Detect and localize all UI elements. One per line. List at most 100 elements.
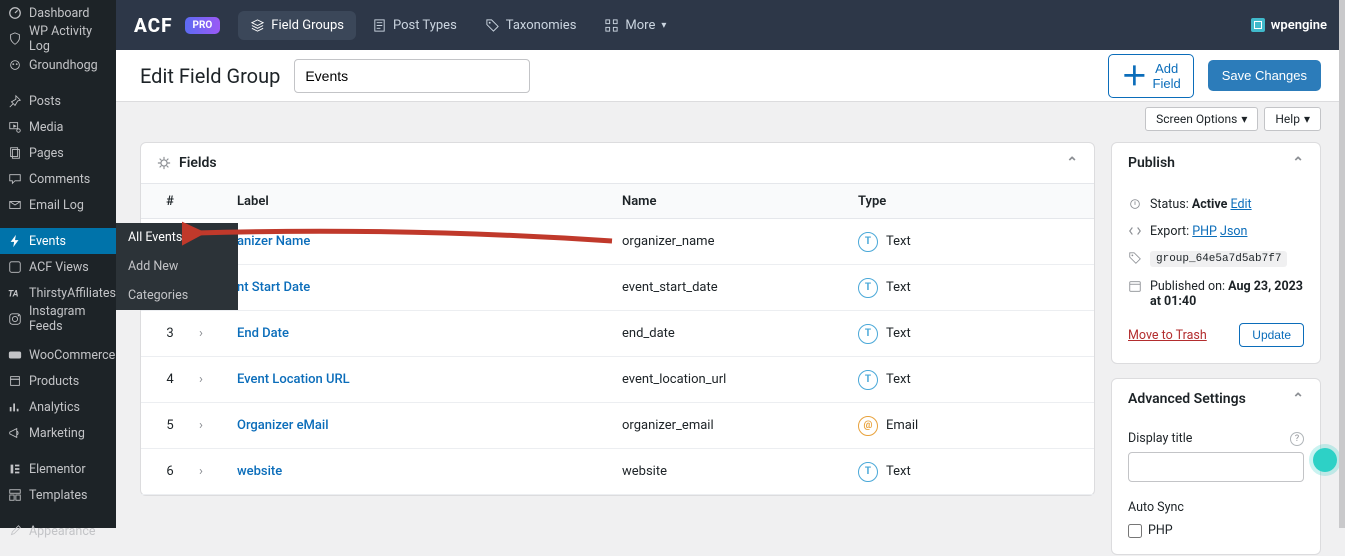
save-changes-button[interactable]: Save Changes (1208, 60, 1321, 91)
help-beacon[interactable] (1313, 448, 1337, 472)
help-button[interactable]: Help ▾ (1264, 107, 1321, 131)
sidebar-item-templates[interactable]: Templates (0, 482, 116, 508)
sidebar-item-email-log[interactable]: Email Log (0, 192, 116, 218)
expand-toggle[interactable]: › (199, 418, 237, 433)
page-icon (8, 146, 22, 160)
topbar-tab-more[interactable]: More▾ (592, 11, 678, 40)
collapse-icon[interactable]: ⌃ (1292, 155, 1304, 171)
display-title-label: Display title (1128, 431, 1192, 446)
field-name: website (622, 464, 858, 479)
field-row[interactable]: 5›Organizer eMailorganizer_email@Email (141, 403, 1094, 449)
acf-logo: ACF (134, 14, 173, 37)
scrollbar[interactable] (1339, 0, 1345, 528)
field-row[interactable]: 3›End Dateend_dateTText (141, 311, 1094, 357)
sidebar-item-wp-activity-log[interactable]: WP Activity Log (0, 26, 116, 52)
grid-icon (604, 18, 619, 33)
col-header-num: # (141, 194, 199, 209)
sidebar-item-groundhogg[interactable]: Groundhogg (0, 52, 116, 78)
expand-toggle[interactable]: › (199, 372, 237, 387)
media-icon (8, 120, 22, 134)
sidebar-item-comments[interactable]: Comments (0, 166, 116, 192)
type-badge: T (858, 278, 878, 298)
screen-options-button[interactable]: Screen Options ▾ (1145, 107, 1258, 131)
sidebar-item-woocommerce[interactable]: WooCommerce (0, 342, 116, 368)
page-title: Edit Field Group (140, 64, 280, 88)
export-json-link[interactable]: Json (1220, 224, 1247, 239)
topbar-tab-post-types[interactable]: Post Types (360, 11, 469, 40)
field-label-link[interactable]: nt Start Date (237, 280, 310, 295)
ghog-icon (8, 58, 22, 72)
php-checkbox[interactable] (1128, 524, 1142, 538)
display-title-input[interactable] (1128, 452, 1304, 482)
sidebar-item-dashboard[interactable]: Dashboard (0, 0, 116, 26)
type-badge: T (858, 370, 878, 390)
sidebar-item-marketing[interactable]: Marketing (0, 420, 116, 446)
mail-icon (8, 198, 22, 212)
topbar-tab-taxonomies[interactable]: Taxonomies (473, 11, 589, 40)
field-type: Text (886, 234, 911, 249)
php-checkbox-row[interactable]: PHP (1128, 521, 1304, 538)
field-row[interactable]: nt Start Dateevent_start_dateTText (141, 265, 1094, 311)
field-label-link[interactable]: website (237, 464, 282, 479)
sidebar-item-elementor[interactable]: Elementor (0, 456, 116, 482)
field-row[interactable]: 6›websitewebsiteTText (141, 449, 1094, 495)
add-field-button[interactable]: Add Field (1108, 54, 1194, 98)
ig-icon (8, 312, 22, 326)
field-group-title-input[interactable] (294, 59, 530, 93)
acf-icon (8, 260, 22, 274)
type-badge: T (858, 462, 878, 482)
posttype-icon (372, 18, 387, 33)
bolt-icon (8, 234, 22, 248)
wpengine-logo[interactable]: wpengine (1251, 18, 1327, 33)
update-button[interactable]: Update (1239, 323, 1304, 347)
sidebar-item-appearance[interactable]: Appearance (0, 518, 116, 544)
field-label-link[interactable]: End Date (237, 326, 289, 341)
acf-topbar: ACF PRO Field GroupsPost TypesTaxonomies… (116, 0, 1345, 50)
export-php-link[interactable]: PHP (1192, 224, 1217, 239)
sidebar-item-analytics[interactable]: Analytics (0, 394, 116, 420)
field-label-link[interactable]: anizer Name (237, 234, 310, 249)
screen-options-row: Screen Options ▾ Help ▾ (116, 102, 1345, 136)
chart-icon (8, 400, 22, 414)
sidebar-item-acf-views[interactable]: ACF Views (0, 254, 116, 280)
expand-toggle[interactable]: › (199, 326, 237, 341)
sidebar-item-instagram-feeds[interactable]: Instagram Feeds (0, 306, 116, 332)
field-row[interactable]: anizer Nameorganizer_nameTText (141, 219, 1094, 265)
sidebar-item-media[interactable]: Media (0, 114, 116, 140)
expand-toggle[interactable]: › (199, 464, 237, 479)
edit-status-link[interactable]: Edit (1230, 197, 1251, 212)
topbar-tab-field-groups[interactable]: Field Groups (238, 11, 356, 40)
move-to-trash-link[interactable]: Move to Trash (1128, 328, 1207, 343)
sidebar-item-thirstyaffiliates[interactable]: TAThirstyAffiliates (0, 280, 116, 306)
sidebar-item-posts[interactable]: Posts (0, 88, 116, 114)
field-name: organizer_email (622, 418, 858, 433)
help-icon[interactable]: ? (1290, 432, 1304, 446)
submenu-item-add-new[interactable]: Add New (116, 252, 238, 281)
field-label-link[interactable]: Organizer eMail (237, 418, 329, 433)
sidebar-item-events[interactable]: Events (0, 228, 116, 254)
field-row[interactable]: 4›Event Location URLevent_location_urlTT… (141, 357, 1094, 403)
col-header-name: Name (622, 194, 858, 209)
type-badge: @ (858, 416, 878, 436)
field-type: Text (886, 464, 911, 479)
type-badge: T (858, 324, 878, 344)
field-type: Text (886, 326, 911, 341)
sidebar-item-pages[interactable]: Pages (0, 140, 116, 166)
export-row: Export: PHP Json (1128, 218, 1304, 245)
fields-panel-title: Fields (179, 155, 217, 171)
elem-icon (8, 462, 22, 476)
chevron-down-icon: ▾ (1304, 112, 1310, 126)
auto-sync-label: Auto Sync (1128, 500, 1184, 515)
field-name: end_date (622, 326, 858, 341)
dashboard-icon (8, 6, 22, 20)
submenu-item-all-events[interactable]: All Events (116, 223, 238, 252)
collapse-icon[interactable]: ⌃ (1292, 391, 1304, 407)
submenu-item-categories[interactable]: Categories (116, 281, 238, 310)
type-badge: T (858, 232, 878, 252)
row-number: 4 (141, 372, 199, 387)
plus-icon (1121, 62, 1148, 89)
fields-icon (157, 156, 171, 170)
field-label-link[interactable]: Event Location URL (237, 372, 350, 387)
collapse-icon[interactable]: ⌃ (1066, 155, 1078, 171)
sidebar-item-products[interactable]: Products (0, 368, 116, 394)
